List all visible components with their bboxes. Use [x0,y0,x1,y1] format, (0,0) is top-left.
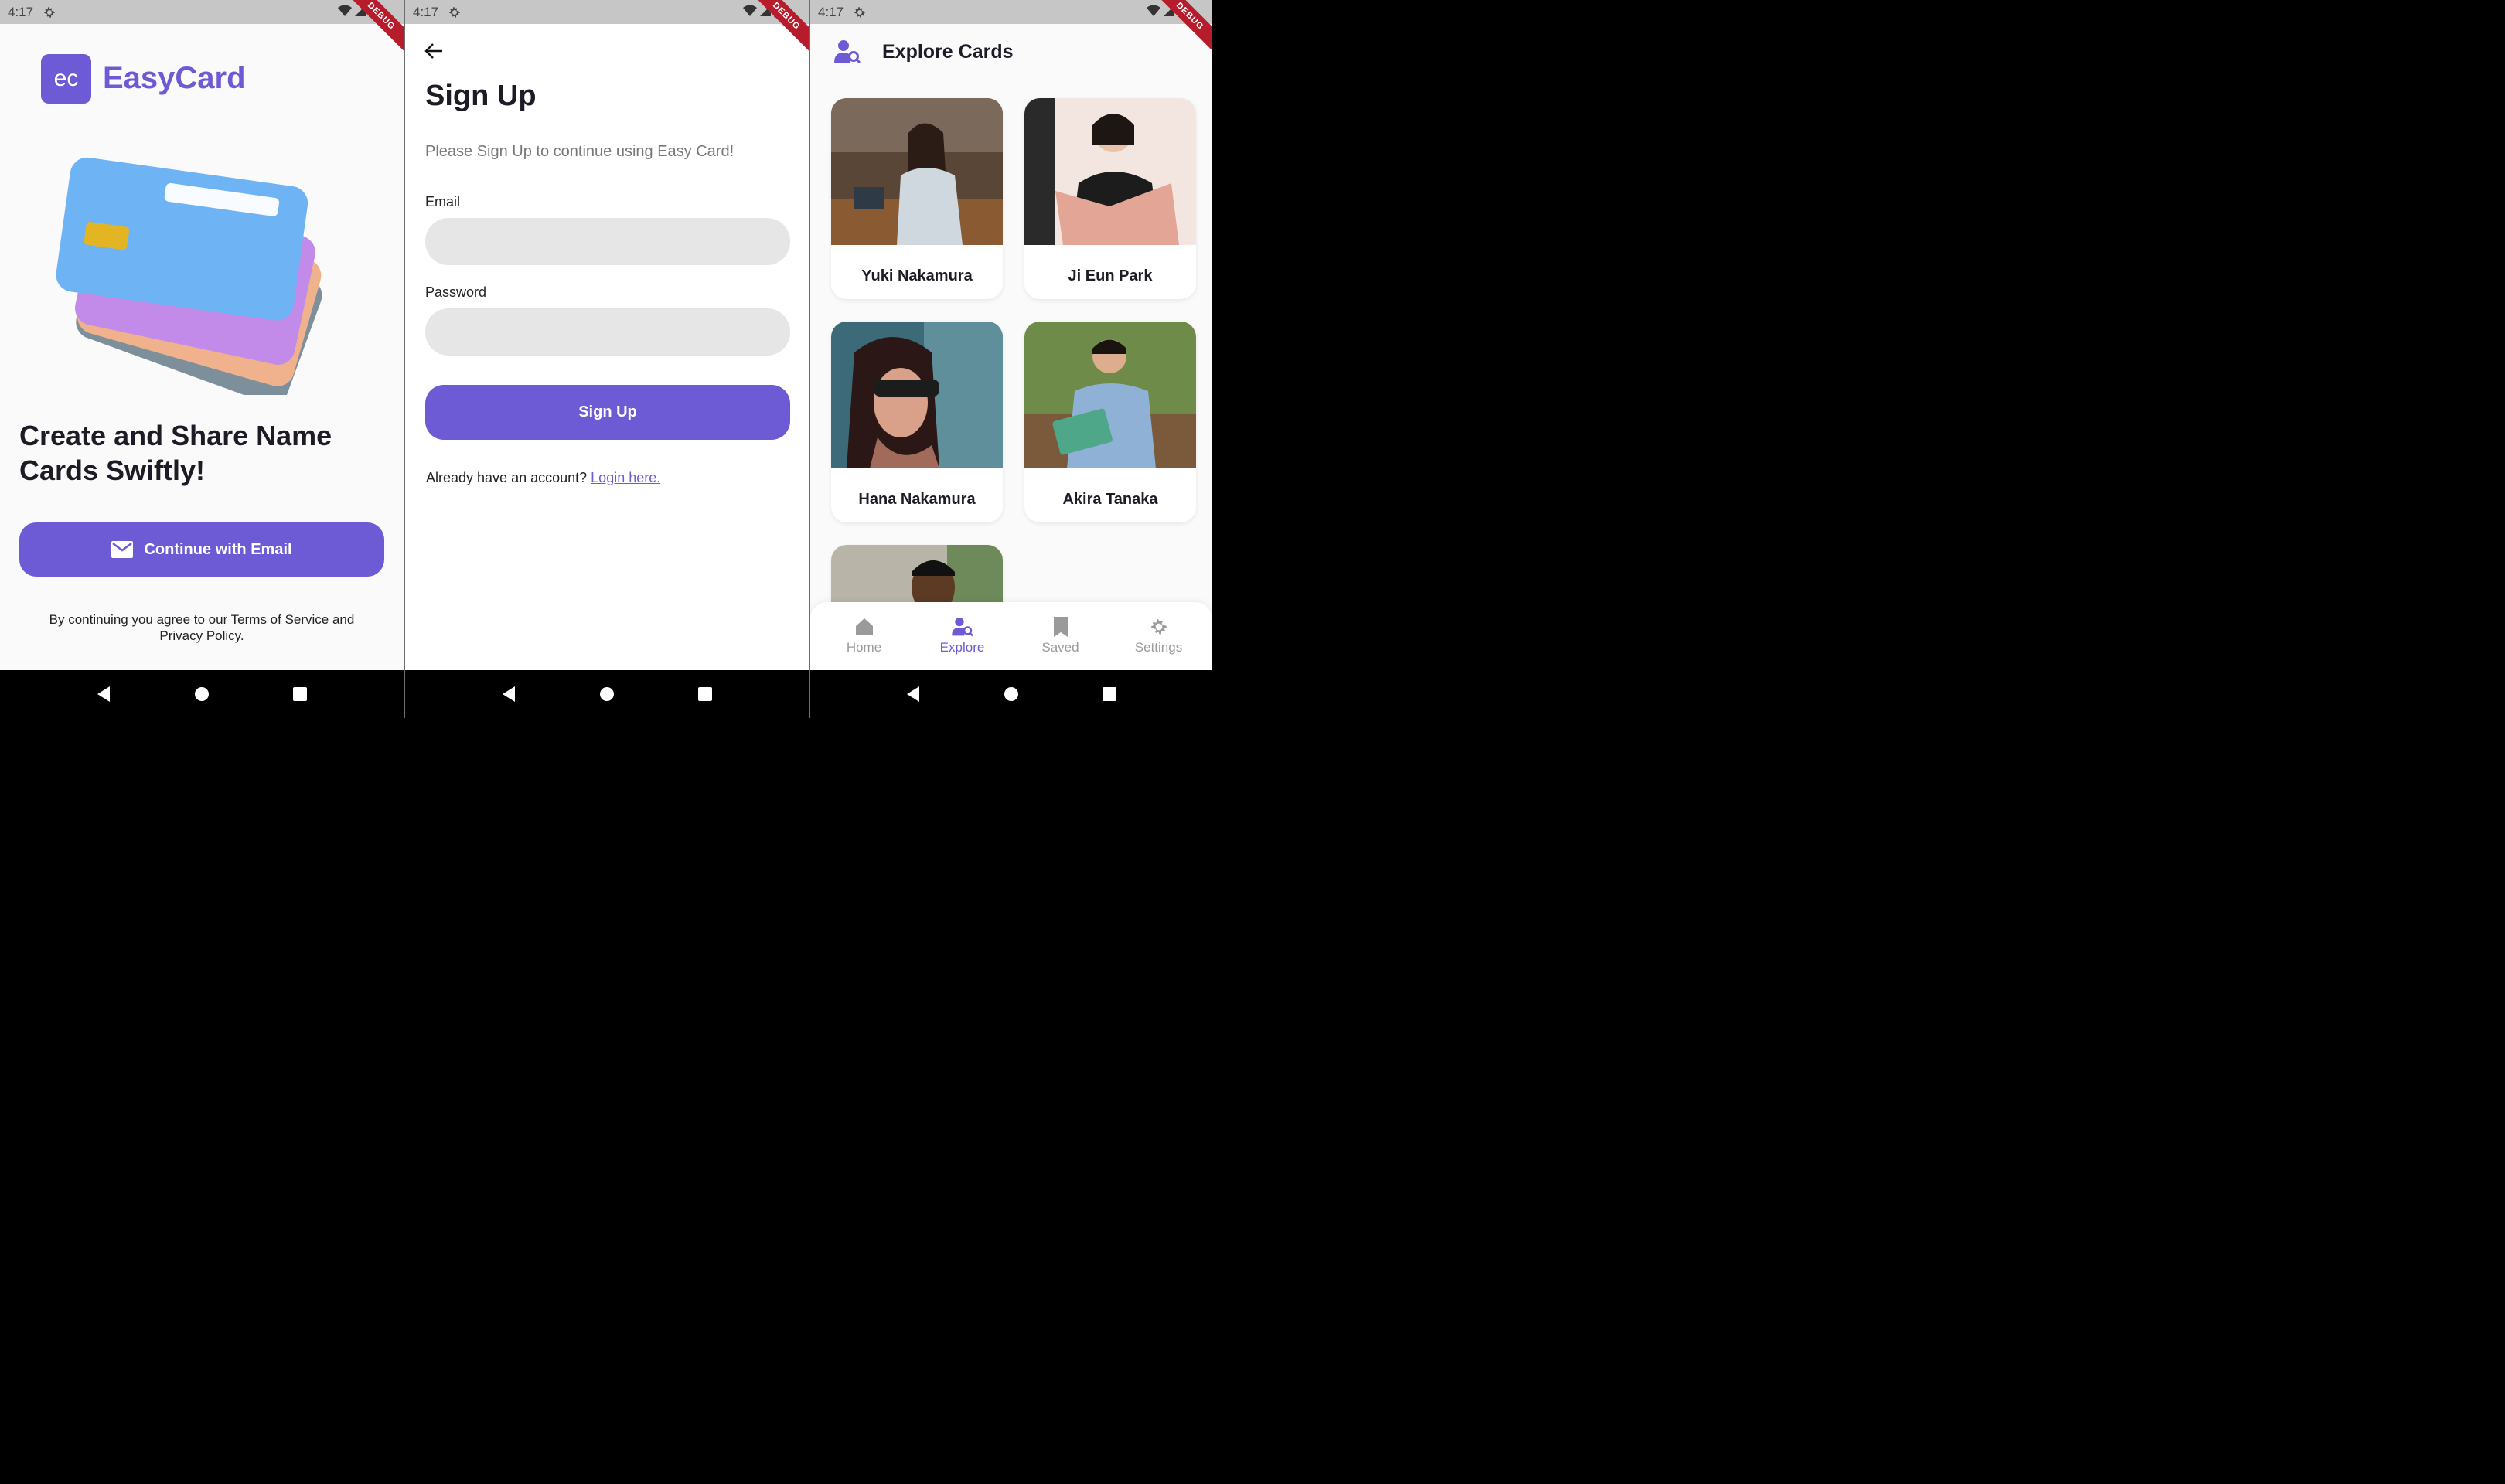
nav-home-icon[interactable] [194,686,210,702]
nav-back-icon[interactable] [501,686,516,703]
phone-signup: 4:17 DEBUG Sign Up Please Sign Up to con… [405,0,809,718]
profile-name: Ji Eun Park [1068,267,1153,284]
status-time: 4:17 [413,4,439,19]
login-link[interactable]: Login here. [591,470,660,485]
nav-recents-icon[interactable] [292,686,308,702]
system-nav-bar [405,670,809,718]
explore-user-search-icon [834,40,861,64]
login-prompt-text: Already have an account? [426,470,588,485]
explore-screen: Explore Cards Yuki Nakamura Ji Eun Park … [810,24,1212,718]
login-prompt: Already have an account? Login here. [426,470,660,486]
nav-explore[interactable]: Explore [920,617,1005,655]
password-field[interactable] [425,308,790,356]
phone-explore: 4:17 DEBUG Explore Cards Yuki Nakamura J… [810,0,1212,718]
system-nav-bar [0,670,404,718]
nav-home-icon[interactable] [1004,686,1019,702]
nav-recents-icon[interactable] [1102,686,1117,702]
sign-up-button[interactable]: Sign Up [425,385,790,440]
profile-photo [1024,322,1196,468]
nav-saved[interactable]: Saved [1018,617,1103,655]
nav-settings[interactable]: Settings [1116,617,1201,655]
profile-name: Yuki Nakamura [861,267,973,284]
profile-name: Hana Nakamura [858,490,976,508]
explore-icon [951,617,973,637]
bookmark-icon [1053,617,1068,637]
cards-illustration [56,157,322,395]
nav-back-icon[interactable] [96,686,111,703]
profile-photo [831,322,1003,468]
settings-status-icon [854,6,865,18]
back-arrow-icon[interactable] [424,43,444,60]
wifi-icon [338,5,352,16]
phone-welcome: 4:17 DEBUG ec EasyCard Create and Share … [0,0,404,718]
nav-home[interactable]: Home [822,617,907,655]
headline: Create and Share Name Cards Swiftly! [19,420,332,486]
status-bar: 4:17 DEBUG [405,0,809,53]
profile-photo [1024,98,1196,245]
nav-saved-label: Saved [1041,640,1079,655]
nav-home-label: Home [846,640,882,655]
gear-icon [1150,619,1167,635]
nav-recents-icon[interactable] [697,686,713,702]
home-icon [855,618,873,635]
signup-screen: Sign Up Please Sign Up to continue using… [405,24,809,670]
profile-card[interactable]: Ji Eun Park [1024,98,1196,299]
profile-card[interactable]: Yuki Nakamura [831,98,1003,299]
nav-home-icon[interactable] [599,686,615,702]
system-nav-bar [810,670,1212,718]
welcome-screen: ec EasyCard Create and Share Name Cards … [0,24,404,670]
wifi-icon [743,5,757,16]
bottom-nav: Home Explore Saved Settings [810,602,1212,670]
status-bar: 4:17 DEBUG [0,0,404,53]
nav-settings-label: Settings [1134,640,1183,655]
profile-card[interactable]: Hana Nakamura [831,322,1003,522]
profile-photo [831,98,1003,245]
profile-card[interactable]: Akira Tanaka [1024,322,1196,522]
settings-status-icon [44,6,55,18]
email-label: Email [425,194,461,209]
status-bar: 4:17 DEBUG [810,0,1212,53]
page-title: Explore Cards [882,41,1014,63]
status-time: 4:17 [8,4,34,19]
nav-explore-label: Explore [939,640,985,655]
password-label: Password [425,284,487,300]
wifi-icon [1147,5,1160,16]
continue-email-button[interactable]: Continue with Email [19,522,384,577]
terms-text: By continuing you agree to our Terms of … [49,612,355,643]
settings-status-icon [449,6,460,18]
continue-email-label: Continue with Email [144,540,292,558]
nav-back-icon[interactable] [905,686,921,703]
status-time: 4:17 [818,4,844,19]
logo-text: EasyCard [103,61,246,95]
page-subtitle: Please Sign Up to continue using Easy Ca… [425,143,734,160]
profile-name: Akira Tanaka [1062,490,1158,508]
logo-mark: ec [41,54,91,104]
mail-icon [111,541,134,558]
page-title: Sign Up [425,80,537,112]
email-field[interactable] [425,218,790,265]
